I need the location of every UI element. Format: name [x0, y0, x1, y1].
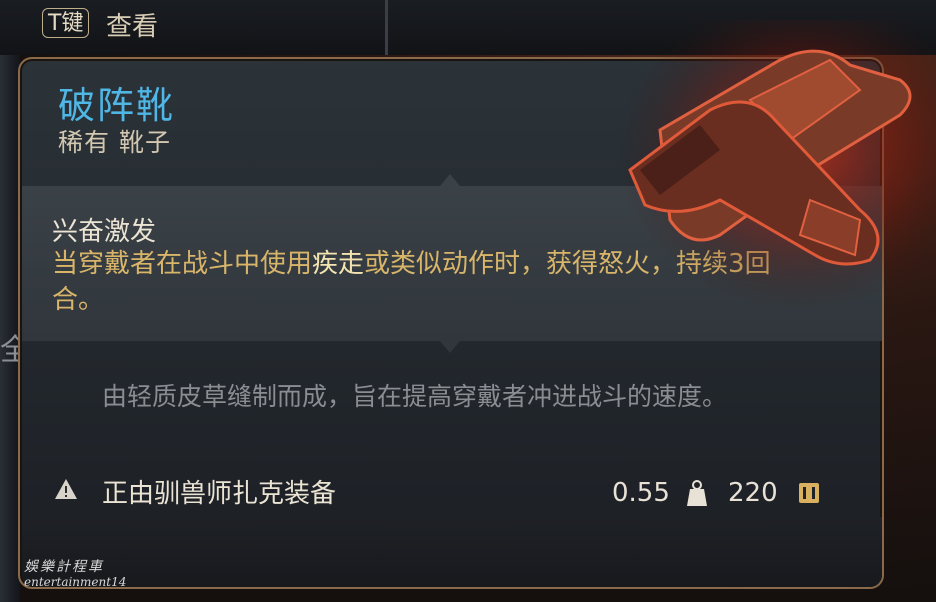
- watermark-line: entertainment14: [24, 575, 127, 589]
- item-rarity-type: 稀有 靴子: [58, 128, 171, 157]
- gold-coin-icon: [799, 483, 819, 503]
- divider-notch: [440, 174, 460, 186]
- price-value: 220: [728, 478, 778, 508]
- flavor-text: 由轻质皮草缝制而成，旨在提高穿戴者冲进战斗的速度。: [102, 382, 728, 411]
- effect-name: 兴奋激发: [52, 217, 157, 247]
- watermark-line: 娛樂計程車: [24, 559, 104, 575]
- hud-divider: [385, 0, 388, 55]
- equipped-by-text: 正由驯兽师扎克装备: [102, 479, 337, 509]
- divider-notch: [440, 341, 460, 353]
- dash-keyword[interactable]: 疾走: [312, 249, 364, 279]
- weight-value: 0.55: [612, 478, 670, 508]
- t-key-hint[interactable]: T键: [42, 8, 90, 38]
- tooltip-footer: [22, 517, 882, 587]
- weight-icon: [687, 480, 707, 506]
- inspect-label: 查看: [106, 12, 159, 42]
- item-name: 破阵靴: [58, 84, 175, 127]
- effect-desc-text: 当穿戴者在战斗中使用: [52, 249, 313, 279]
- item-boots-icon: [600, 20, 936, 310]
- warning-icon: [55, 479, 77, 499]
- watermark: 娛樂計程車 entertainment14: [24, 560, 126, 590]
